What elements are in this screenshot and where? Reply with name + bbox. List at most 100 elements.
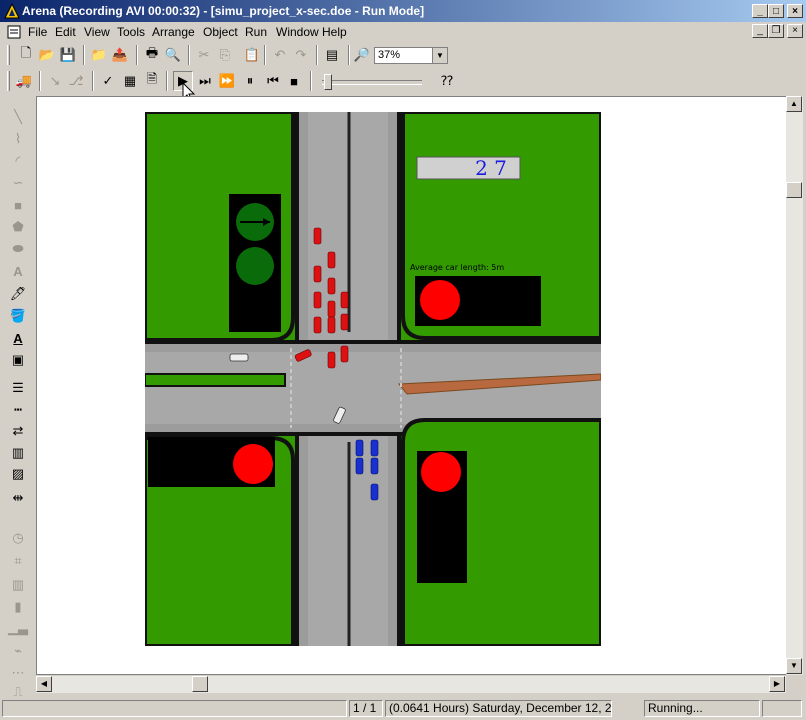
- save-icon[interactable]: 💾: [58, 45, 78, 65]
- line-width-icon[interactable]: ☰: [7, 378, 29, 398]
- start-over-icon[interactable]: ⏮: [263, 71, 283, 91]
- menu-edit[interactable]: Edit: [55, 25, 76, 39]
- print-icon[interactable]: 🖶: [142, 45, 162, 65]
- text-icon[interactable]: A: [7, 261, 29, 281]
- close-button[interactable]: ×: [787, 4, 803, 18]
- maximize-button[interactable]: □: [768, 4, 784, 18]
- scroll-left-button[interactable]: ◀: [36, 676, 52, 692]
- arrow-style-icon[interactable]: ⇄: [7, 421, 29, 441]
- redo-icon[interactable]: ↷: [291, 45, 311, 65]
- menu-file[interactable]: File: [28, 25, 47, 39]
- horizontal-scrollbar[interactable]: ◀ ▶: [36, 676, 786, 693]
- toolbar-separator: [136, 45, 138, 65]
- animate-connector-icon[interactable]: 🚚: [14, 71, 34, 91]
- toolbar-grip[interactable]: [7, 45, 10, 65]
- menu-window[interactable]: Window: [276, 25, 319, 39]
- arena-app-icon[interactable]: [4, 3, 20, 19]
- plot-icon[interactable]: ⌁: [7, 641, 29, 661]
- pause-icon[interactable]: ⏸: [240, 71, 260, 91]
- red-car: [313, 291, 322, 309]
- layers-icon[interactable]: ▤: [322, 45, 342, 65]
- queue-icon[interactable]: ⋯: [7, 663, 29, 683]
- car-length-label: Average car length: 5m: [410, 263, 504, 272]
- line-style-icon[interactable]: ┅: [7, 400, 29, 420]
- line-color-icon[interactable]: 🖊: [7, 284, 29, 304]
- zoom-icon[interactable]: 🔎: [352, 45, 372, 65]
- zoom-value: 37%: [378, 49, 401, 61]
- arc-icon[interactable]: ◜: [7, 151, 29, 171]
- document-icon[interactable]: [6, 24, 22, 40]
- line-icon[interactable]: ╲: [7, 107, 29, 127]
- whats-this-icon[interactable]: ⁇: [437, 71, 457, 91]
- menu-view[interactable]: View: [84, 25, 110, 39]
- horizontal-scroll-thumb[interactable]: [192, 676, 208, 692]
- undo-icon[interactable]: ↶: [270, 45, 290, 65]
- template-detach-icon[interactable]: 📤: [110, 45, 130, 65]
- intersection-animation: 2 7 Average car length: 5m: [145, 112, 601, 646]
- toolbar-separator: [188, 45, 190, 65]
- scroll-up-button[interactable]: ▲: [786, 96, 802, 112]
- chevron-down-icon[interactable]: ▼: [432, 48, 447, 63]
- menu-help[interactable]: Help: [322, 25, 347, 39]
- zoom-select[interactable]: 37% ▼: [374, 47, 448, 64]
- hatch-pattern-icon[interactable]: ▨: [7, 464, 29, 484]
- menu-bar: File Edit View Tools Arrange Object Run …: [0, 22, 806, 41]
- reports-icon[interactable]: 🗎: [142, 71, 162, 91]
- connect-icon[interactable]: ↘: [45, 71, 65, 91]
- box-icon[interactable]: ■: [7, 195, 29, 215]
- date-icon[interactable]: ⌗: [7, 551, 29, 571]
- paste-icon[interactable]: 📋: [242, 45, 262, 65]
- histogram-icon[interactable]: ▁▃: [7, 618, 29, 638]
- polygon-icon[interactable]: ⬟: [7, 217, 29, 237]
- menu-object[interactable]: Object: [203, 25, 238, 39]
- template-attach-icon[interactable]: 📁: [89, 45, 109, 65]
- print-preview-icon[interactable]: 🔍: [163, 45, 183, 65]
- open-icon[interactable]: 📂: [37, 45, 57, 65]
- red-car: [327, 251, 336, 269]
- scroll-down-button[interactable]: ▼: [786, 658, 802, 674]
- mdi-close-button[interactable]: ×: [787, 24, 803, 38]
- draw-toolbar: ╲ ⌇ ◜ ∽ ■ ⬟ ⬬ A 🖊 🪣 A ▣ ☰ ┅ ⇄ ▥ ▨ ⇹ ◷ ⌗ …: [5, 97, 31, 699]
- status-pane-extra: [762, 700, 802, 717]
- toolbar-separator: [92, 71, 94, 91]
- copy-icon[interactable]: ⎘: [215, 45, 235, 65]
- fill-color-icon[interactable]: 🪣: [7, 306, 29, 326]
- mdi-minimize-button[interactable]: _: [752, 24, 768, 38]
- vertical-scroll-thumb[interactable]: [786, 182, 802, 198]
- polyline-icon[interactable]: ⌇: [7, 129, 29, 149]
- new-icon[interactable]: 🗋: [16, 45, 36, 65]
- blue-car: [370, 439, 379, 457]
- slider-thumb[interactable]: [324, 74, 332, 90]
- variable-icon[interactable]: ▥: [7, 575, 29, 595]
- fast-forward-icon[interactable]: ⏩: [217, 71, 237, 91]
- end-icon[interactable]: ■: [284, 71, 304, 91]
- window-background-icon[interactable]: ▣: [7, 350, 29, 370]
- status-bar: 1 / 1 (0.0641 Hours) Saturday, December …: [0, 698, 806, 720]
- minimize-button[interactable]: _: [752, 4, 768, 18]
- scroll-right-button[interactable]: ▶: [769, 676, 785, 692]
- menu-arrange[interactable]: Arrange: [152, 25, 195, 39]
- animation-speed-slider[interactable]: [322, 74, 422, 90]
- toolbar-grip[interactable]: [7, 71, 10, 91]
- fill-pattern-icon[interactable]: ▥: [7, 443, 29, 463]
- blue-car: [370, 483, 379, 501]
- mdi-restore-button[interactable]: ❐: [768, 24, 784, 38]
- connect-style-icon[interactable]: ⎇: [66, 71, 86, 91]
- check-model-icon[interactable]: ✓: [98, 71, 118, 91]
- ellipse-icon[interactable]: ⬬: [7, 239, 29, 259]
- red-light: [420, 280, 460, 320]
- show-dimensions-icon[interactable]: ⇹: [7, 488, 29, 508]
- vertical-scrollbar[interactable]: ▲ ▼: [786, 96, 803, 675]
- bezier-icon[interactable]: ∽: [7, 173, 29, 193]
- step-icon[interactable]: ⏭: [195, 71, 215, 91]
- command-icon[interactable]: ▦: [120, 71, 140, 91]
- text-color-icon[interactable]: A: [7, 328, 29, 348]
- menu-run[interactable]: Run: [245, 25, 267, 39]
- menu-tools[interactable]: Tools: [117, 25, 145, 39]
- level-icon[interactable]: ▮: [7, 597, 29, 617]
- cut-icon[interactable]: ✂: [194, 45, 214, 65]
- blue-car: [355, 457, 364, 475]
- window-title: Arena (Recording AVI 00:00:32) - [simu_p…: [22, 4, 425, 18]
- clock-icon[interactable]: ◷: [7, 528, 29, 548]
- toolbar-separator: [83, 45, 85, 65]
